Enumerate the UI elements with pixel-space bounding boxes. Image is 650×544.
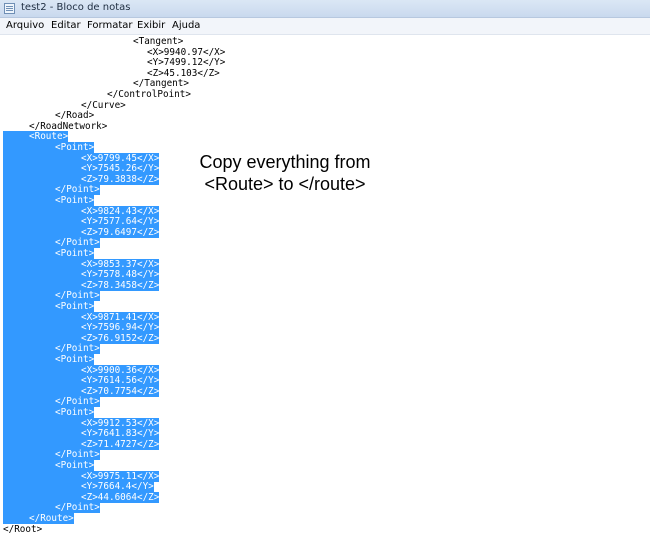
editor-line: </Curve> [81, 99, 126, 111]
editor-line: <Y>7664.4</Y> [3, 481, 154, 493]
editor-line: <X>9940.97</X> [147, 46, 226, 58]
editor-line: <Point> [3, 142, 95, 153]
editor-line: </Tangent> [133, 78, 189, 90]
editor-line: </RoadNetwork> [29, 120, 108, 132]
editor-line: <Tangent> [133, 36, 184, 47]
editor-line: <X>9912.53</X> [3, 417, 160, 429]
editor-line: <Y>7545.26</Y> [3, 163, 160, 175]
annotation-line-1: Copy everything from [199, 152, 371, 172]
window-title: test2 - Bloco de notas [21, 2, 131, 13]
editor-line: </Root> [3, 523, 43, 535]
editor-line: <X>9799.45</X> [3, 152, 160, 164]
editor-line: <Z>71.4727</Z> [3, 438, 160, 450]
menu-bar: Arquivo Editar Formatar Exibir Ajuda [0, 18, 650, 35]
editor-line: <Point> [3, 407, 95, 418]
editor-line: </Point> [3, 343, 100, 355]
editor-line: <Point> [3, 460, 95, 471]
editor-line: </Point> [3, 396, 100, 408]
editor-line: <Point> [3, 301, 95, 312]
editor-line: <Z>79.6497</Z> [3, 226, 160, 238]
menu-exibir[interactable]: Exibir [137, 19, 165, 32]
editor-line: <Z>45.103</Z> [147, 67, 220, 79]
editor-line: <X>9824.43</X> [3, 205, 160, 217]
editor-line: <Y>7499.12</Y> [147, 57, 226, 69]
title-bar: test2 - Bloco de notas [0, 0, 650, 18]
editor-line: <Z>44.6064</Z> [3, 491, 160, 503]
editor-line: <X>9900.36</X> [3, 364, 160, 376]
editor-line: </Point> [3, 290, 100, 302]
menu-editar[interactable]: Editar [51, 19, 81, 32]
editor-line: <Z>78.3458</Z> [3, 279, 160, 291]
editor-line: <Route> [3, 131, 69, 143]
editor-line: <X>9853.37</X> [3, 258, 160, 270]
menu-arquivo[interactable]: Arquivo [6, 19, 44, 32]
editor-line: <Y>7577.64</Y> [3, 216, 160, 228]
editor-line: <Point> [3, 195, 95, 206]
editor-line: <Y>7614.56</Y> [3, 375, 160, 387]
editor-line: </Point> [3, 502, 100, 514]
text-editor[interactable]: <Tangent> <X>9940.97</X> <Y>7499.12</Y> <Z>… [0, 35, 650, 544]
editor-line: </ControlPoint> [107, 89, 191, 100]
editor-line: <Y>7641.83</Y> [3, 428, 160, 440]
editor-line: </Point> [3, 237, 100, 249]
annotation-line-2: <Route> to </route> [204, 174, 366, 194]
editor-line: <X>9975.11</X> [3, 470, 160, 482]
editor-line: </Route> [3, 513, 74, 524]
notepad-icon [4, 3, 15, 14]
editor-line: <Y>7578.48</Y> [3, 269, 160, 281]
menu-ajuda[interactable]: Ajuda [172, 19, 200, 32]
instruction-annotation: Copy everything from <Route> to </route> [185, 151, 385, 195]
editor-line: <Y>7596.94</Y> [3, 322, 160, 334]
editor-line: <Point> [3, 248, 95, 259]
editor-line: </Point> [3, 449, 100, 461]
editor-line: <X>9871.41</X> [3, 311, 160, 323]
editor-line: </Point> [3, 184, 100, 196]
editor-line: <Z>79.3838</Z> [3, 173, 160, 185]
menu-formatar[interactable]: Formatar [87, 19, 132, 32]
editor-line: <Point> [3, 354, 95, 365]
editor-line: <Z>70.7754</Z> [3, 385, 160, 397]
editor-line: </Road> [55, 110, 95, 122]
editor-line: <Z>76.9152</Z> [3, 332, 160, 344]
